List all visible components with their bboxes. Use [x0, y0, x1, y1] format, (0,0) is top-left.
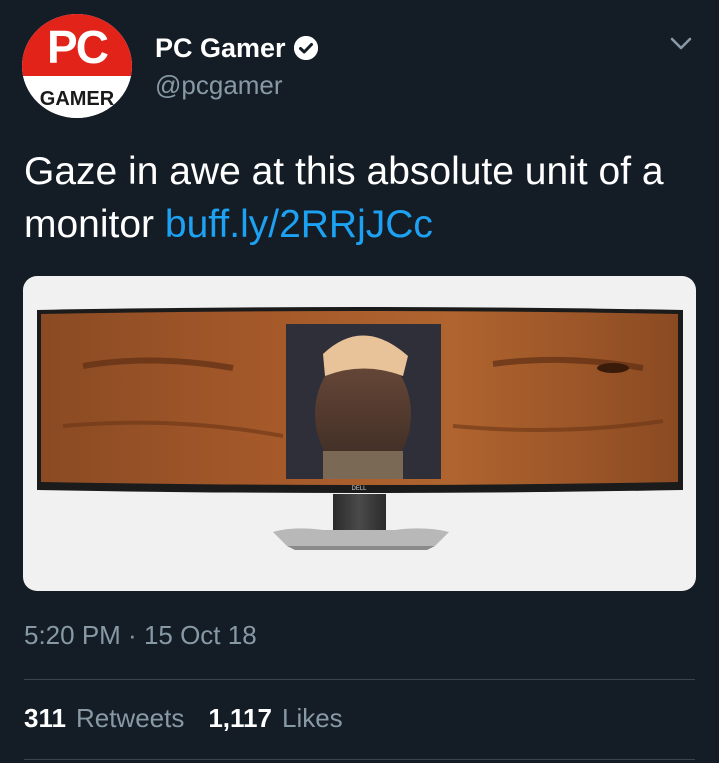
likes-count[interactable]: 1,117	[208, 703, 272, 734]
monitor-image: DELL	[37, 307, 683, 550]
tweet-link[interactable]: buff.ly/2RRjJCc	[165, 203, 433, 246]
divider	[24, 679, 695, 680]
engagement-stats: 311 Retweets 1,117 Likes	[24, 703, 343, 734]
likes-label[interactable]: Likes	[282, 703, 343, 734]
verified-badge-icon	[293, 36, 318, 60]
retweets-label[interactable]: Retweets	[76, 703, 184, 734]
retweets-count[interactable]: 311	[24, 703, 66, 734]
tweet-time: 5:20 PM	[24, 620, 121, 650]
tweet-date: 15 Oct 18	[143, 620, 257, 650]
timestamp-separator: ·	[120, 620, 144, 650]
display-name[interactable]: PC Gamer	[155, 33, 286, 64]
monitor-brand: DELL	[351, 486, 367, 492]
avatar-logo-gamer: GAMER	[39, 88, 115, 110]
name-row: PC Gamer	[155, 32, 318, 64]
bottom-divider	[24, 759, 695, 760]
tweet-text: Gaze in awe at this absolute unit of a m…	[24, 145, 704, 251]
tweet-header: PC GAMER PC Gamer @pcgamer	[0, 0, 719, 120]
chevron-down-icon[interactable]	[668, 30, 694, 56]
avatar[interactable]: PC GAMER	[22, 14, 132, 118]
tweet-timestamp[interactable]: 5:20 PM · 15 Oct 18	[24, 620, 257, 651]
avatar-logo-pc: PC	[47, 21, 109, 73]
tweet-media-image[interactable]: DELL	[23, 276, 696, 591]
stat-spacer	[184, 703, 208, 734]
user-handle[interactable]: @pcgamer	[155, 70, 283, 101]
